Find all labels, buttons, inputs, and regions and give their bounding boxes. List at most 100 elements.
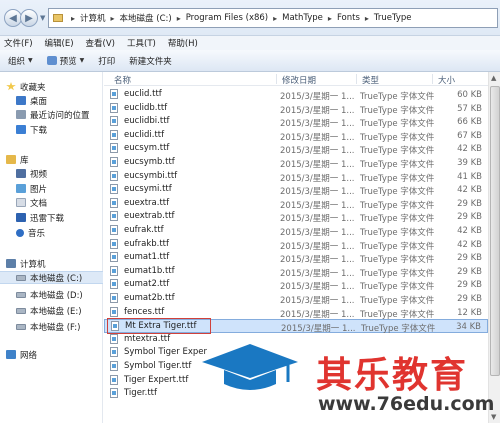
breadcrumb-mathtype[interactable]: MathType: [282, 13, 323, 23]
file-name-cell: eumat2b.ttf: [110, 293, 175, 303]
table-row[interactable]: eucsymb.ttf 2015/3/星期一 1... TrueType 字体文件 3…: [104, 156, 488, 170]
font-file-icon: [110, 238, 118, 249]
sidebar-item-network[interactable]: 网络: [6, 348, 109, 361]
sidebar-item-libraries[interactable]: 库: [6, 153, 109, 166]
forward-button[interactable]: ▶: [20, 9, 38, 27]
table-row[interactable]: eucsymbi.ttf 2015/3/星期一 1... TrueType 字体文件…: [104, 170, 488, 184]
table-row[interactable]: euclid.ttf 2015/3/星期一 1... TrueType 字体文件 60…: [104, 88, 488, 102]
file-date: 2015/3/星期一 1...: [280, 146, 355, 157]
column-divider[interactable]: [356, 74, 357, 84]
file-type: TrueType 字体文件: [360, 296, 435, 306]
breadcrumb-drive-c[interactable]: 本地磁盘 (C:): [120, 12, 172, 24]
column-divider[interactable]: [432, 74, 433, 84]
menu-tools[interactable]: 工具(T): [127, 37, 156, 49]
file-size: 29 KB: [457, 280, 482, 291]
file-type: TrueType 字体文件: [360, 105, 435, 116]
file-type: TrueType 字体文件: [360, 160, 435, 170]
column-header-type[interactable]: 类型: [362, 74, 379, 86]
sidebar-item-computer[interactable]: 计算机: [6, 257, 109, 270]
file-date: 2015/3/星期一 1...: [280, 282, 355, 293]
file-name-cell: eucsymi.ttf: [110, 184, 172, 195]
table-row[interactable]: eucsym.ttf 2015/3/星期一 1... TrueType 字体文件 42…: [104, 142, 488, 156]
new-folder-button[interactable]: 新建文件夹: [129, 55, 172, 67]
table-row[interactable]: eufrak.ttf 2015/3/星期一 1... TrueType 字体文件 42…: [104, 224, 488, 238]
chevron-right-icon[interactable]: ▸: [273, 14, 277, 23]
table-row[interactable]: eumat1.ttf 2015/3/星期一 1... TrueType 字体文件 29…: [104, 251, 488, 265]
sidebar-item-label: 本地磁盘 (F:): [30, 322, 81, 333]
file-date: 2015/3/星期一 1...: [280, 92, 355, 102]
sidebar-item-label: 本地磁盘 (E:): [30, 306, 82, 317]
table-row[interactable]: eufrakb.ttf 2015/3/星期一 1... TrueType 字体文件 4…: [104, 238, 488, 252]
sidebar-item-favorites[interactable]: 收藏夹: [6, 80, 109, 93]
chevron-right-icon[interactable]: ▸: [328, 14, 332, 23]
chevron-right-icon[interactable]: ▸: [177, 14, 181, 23]
table-row-selected[interactable]: Mt Extra Tiger.ttf 2015/3/星期一 1... TrueTyp…: [104, 318, 488, 335]
table-row[interactable]: euextrab.ttf 2015/3/星期一 1... TrueType 字体文件…: [104, 210, 488, 224]
file-name: eucsymbi.ttf: [124, 170, 178, 181]
breadcrumb-truetype[interactable]: TrueType: [374, 13, 412, 23]
download-icon: [16, 125, 26, 134]
recent-pages-chevron-down-icon[interactable]: ▼: [40, 14, 45, 22]
menu-bar: 文件(F) 编辑(E) 查看(V) 工具(T) 帮助(H): [0, 36, 500, 50]
file-name-cell: eucsymb.ttf: [110, 157, 175, 167]
column-header-size[interactable]: 大小: [438, 74, 455, 86]
breadcrumb-computer[interactable]: 计算机: [80, 12, 106, 24]
file-name-cell: mtextra.ttf: [110, 333, 170, 344]
breadcrumb-program-files[interactable]: Program Files (x86): [186, 13, 268, 23]
file-name-cell: fences.ttf: [110, 306, 164, 317]
file-name: euclidbi.ttf: [124, 116, 170, 127]
file-type: TrueType 字体文件: [360, 214, 435, 225]
table-row[interactable]: euextra.ttf 2015/3/星期一 1... TrueType 字体文件 2…: [104, 197, 488, 211]
chevron-right-icon[interactable]: ▸: [365, 14, 369, 23]
file-name-cell: eufrakb.ttf: [110, 238, 169, 249]
table-row[interactable]: euclidbi.ttf 2015/3/星期一 1... TrueType 字体文件…: [104, 115, 488, 129]
file-date: 2015/3/星期一 1...: [280, 173, 355, 184]
font-file-icon: [110, 225, 118, 235]
picture-icon: [16, 184, 26, 193]
organize-button[interactable]: 组织 ▼: [8, 55, 33, 67]
column-header-name[interactable]: 名称: [114, 74, 131, 86]
file-name: eumat2b.ttf: [124, 293, 175, 303]
table-row[interactable]: eumat2b.ttf 2015/3/星期一 1... TrueType 字体文件 2…: [104, 292, 488, 306]
scrollbar-thumb[interactable]: [490, 86, 500, 376]
table-row[interactable]: eucsymi.ttf 2015/3/星期一 1... TrueType 字体文件 4…: [104, 183, 488, 197]
table-row[interactable]: eumat1b.ttf 2015/3/星期一 1... TrueType 字体文件 2…: [104, 265, 488, 279]
new-folder-label: 新建文件夹: [129, 56, 172, 67]
table-row[interactable]: euclidi.ttf 2015/3/星期一 1... TrueType 字体文件 6…: [104, 129, 488, 143]
print-button[interactable]: 打印: [98, 55, 115, 67]
font-file-icon: [110, 184, 118, 195]
menu-help[interactable]: 帮助(H): [168, 37, 198, 49]
file-type: TrueType 字体文件: [360, 268, 435, 279]
file-type: TrueType 字体文件: [360, 255, 435, 266]
sidebar-item-drive-c[interactable]: 本地磁盘 (C:): [0, 271, 103, 284]
scroll-up-icon[interactable]: ▲: [491, 74, 496, 82]
font-file-icon: [110, 252, 118, 263]
chevron-right-icon[interactable]: ▸: [111, 14, 115, 23]
table-row[interactable]: eumat2.ttf 2015/3/星期一 1... TrueType 字体文件 29…: [104, 278, 488, 292]
address-bar[interactable]: ▸ 计算机 ▸ 本地磁盘 (C:) ▸ Program Files (x86) …: [48, 8, 498, 28]
column-header-date[interactable]: 修改日期: [282, 74, 316, 86]
column-divider[interactable]: [276, 74, 277, 84]
sidebar-item-label: 迅雷下载: [30, 213, 65, 224]
table-row[interactable]: fences.ttf 2015/3/星期一 1... TrueType 字体文件 12…: [104, 306, 488, 320]
command-bar: 组织 ▼ 预览 ▼ 打印 新建文件夹: [0, 50, 500, 72]
file-date: 2015/3/星期一 1...: [280, 132, 355, 143]
file-size: 29 KB: [457, 294, 482, 304]
menu-edit[interactable]: 编辑(E): [45, 37, 74, 49]
font-file-icon: [110, 388, 118, 399]
file-size: 29 KB: [457, 266, 482, 277]
chevron-right-icon[interactable]: ▸: [71, 14, 75, 23]
font-file-icon: [110, 347, 118, 358]
network-icon: [6, 350, 16, 359]
sidebar-item-label: 文档: [30, 198, 48, 209]
file-size: 42 KB: [457, 185, 482, 196]
breadcrumb-fonts[interactable]: Fonts: [337, 13, 360, 23]
file-name-cell: Tiger.ttf: [110, 388, 157, 399]
menu-file[interactable]: 文件(F): [4, 37, 33, 49]
menu-view[interactable]: 查看(V): [86, 37, 115, 49]
preview-button[interactable]: 预览 ▼: [46, 55, 84, 67]
table-row[interactable]: euclidb.ttf 2015/3/星期一 1... TrueType 字体文件 5…: [104, 102, 488, 116]
document-icon: [16, 198, 26, 207]
vertical-scrollbar[interactable]: ▲ ▼: [488, 72, 500, 423]
file-name: eumat2.ttf: [124, 279, 170, 290]
